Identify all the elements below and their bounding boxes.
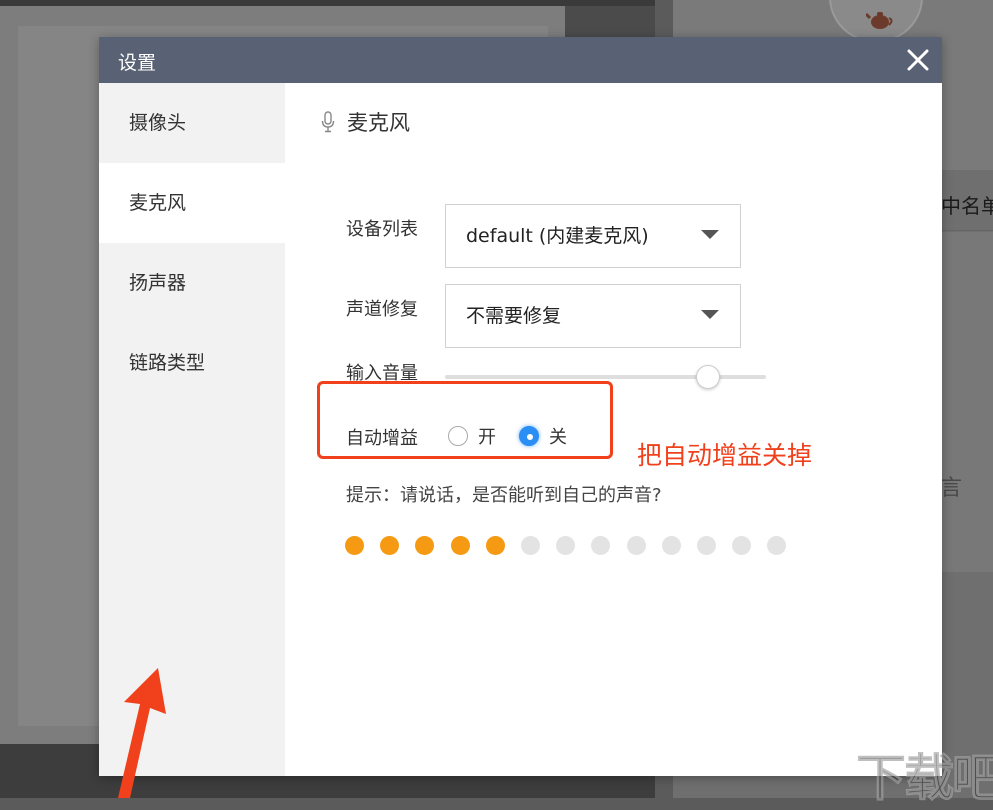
level-dot — [661, 536, 681, 555]
hint-text: 提示：请说话，是否能听到自己的声音? — [346, 485, 662, 506]
sidebar-item-link-type[interactable]: 链路类型 — [99, 323, 285, 403]
section-title: 麦克风 — [321, 108, 410, 136]
section-title-text: 麦克风 — [347, 111, 410, 135]
chevron-down-icon — [701, 310, 719, 319]
background-divider — [940, 230, 993, 231]
sidebar-item-microphone[interactable]: 麦克风 — [99, 163, 285, 243]
microphone-icon — [321, 111, 335, 133]
channel-repair-select[interactable]: 不需要修复 — [445, 284, 741, 348]
slider-handle[interactable] — [696, 365, 721, 389]
annotation-arrow-icon — [118, 668, 166, 798]
close-icon[interactable] — [905, 47, 931, 73]
level-dot — [697, 536, 716, 555]
level-dot — [485, 536, 505, 555]
dialog-title: 设置 — [118, 52, 157, 74]
auto-gain-off-label: 关 — [549, 427, 567, 448]
chevron-down-icon — [701, 230, 719, 239]
level-dot — [556, 536, 576, 555]
auto-gain-off-radio[interactable]: 关 — [519, 423, 567, 449]
channel-repair-value: 不需要修复 — [466, 305, 562, 327]
device-list-select[interactable]: default (内建麦克风) — [445, 204, 741, 268]
channel-repair-label: 声道修复 — [346, 299, 418, 320]
radio-circle[interactable] — [448, 426, 468, 446]
level-dot — [521, 536, 540, 555]
level-dot — [767, 536, 787, 555]
background-text-blacklist: 中名单 — [941, 194, 993, 218]
level-dot — [732, 536, 752, 555]
input-volume-slider[interactable] — [445, 365, 766, 389]
dialog-header: 设置 — [99, 37, 942, 83]
settings-content: 麦克风 设备列表 default (内建麦克风) 声道修复 不需要修复 输入音量… — [285, 83, 942, 776]
level-dot — [450, 536, 470, 555]
level-dot — [626, 536, 646, 555]
auto-gain-on-radio[interactable]: 开 — [448, 423, 496, 449]
level-dot — [380, 536, 400, 555]
auto-gain-on-label: 开 — [478, 427, 496, 448]
background-text-speak: 言 — [940, 476, 963, 501]
level-dot — [415, 536, 435, 555]
teapot-icon — [866, 12, 893, 29]
sidebar-item-camera[interactable]: 摄像头 — [99, 83, 285, 163]
annotation-text: 把自动增益关掉 — [637, 441, 813, 470]
level-dot — [345, 536, 364, 555]
settings-dialog: 设置 摄像头 麦克风 扬声器 链路类型 麦克风 设备列表 default (内建… — [99, 37, 942, 776]
watermark: 下载吧 — [856, 749, 993, 808]
sidebar-item-speaker[interactable]: 扬声器 — [99, 243, 285, 323]
radio-circle[interactable] — [519, 426, 539, 446]
level-dot — [591, 536, 611, 555]
auto-gain-label: 自动增益 — [346, 428, 418, 449]
device-list-label: 设备列表 — [346, 219, 418, 240]
device-list-value: default (内建麦克风) — [466, 225, 649, 247]
